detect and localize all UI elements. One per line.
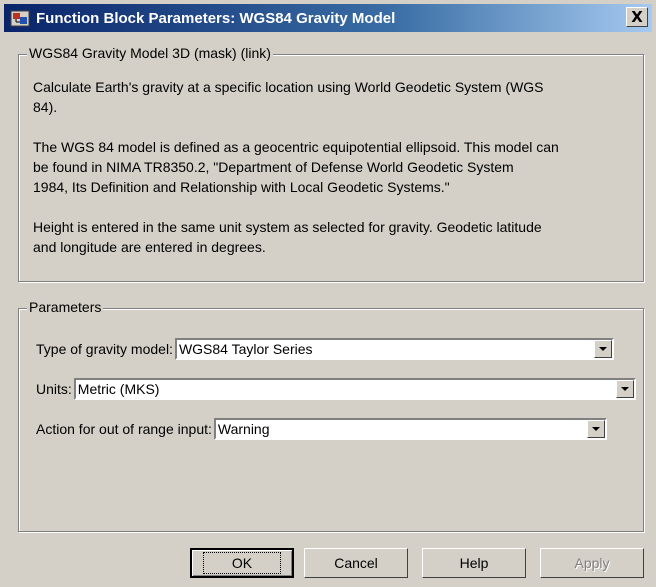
apply-button[interactable]: Apply [540, 548, 644, 578]
description-group: WGS84 Gravity Model 3D (mask) (link) Cal… [18, 45, 644, 282]
gravity-model-select[interactable]: WGS84 Taylor Series [174, 338, 614, 360]
help-button-label: Help [459, 555, 489, 571]
simulink-block-icon [10, 8, 30, 28]
out-of-range-select[interactable]: Warning [213, 418, 607, 440]
gravity-model-label: Type of gravity model: [36, 341, 173, 357]
window-title: Function Block Parameters: WGS84 Gravity… [36, 9, 396, 27]
description-text: Height is entered in the same unit syste… [33, 219, 542, 255]
apply-button-label: Apply [574, 555, 610, 571]
close-icon: X [631, 7, 643, 26]
close-button[interactable]: X [626, 7, 648, 27]
cancel-button[interactable]: Cancel [304, 548, 408, 578]
units-label: Units: [36, 381, 72, 397]
ok-button[interactable]: OK [190, 548, 294, 578]
description-text: Calculate Earth's gravity at a specific … [33, 79, 544, 115]
out-of-range-label: Action for out of range input: [36, 421, 212, 437]
title-bar[interactable]: Function Block Parameters: WGS84 Gravity… [4, 4, 652, 32]
dialog-window: Function Block Parameters: WGS84 Gravity… [0, 0, 656, 587]
description-text: The WGS 84 model is defined as a geocent… [33, 139, 559, 195]
gravity-model-row: Type of gravity model: WGS84 Taylor Seri… [36, 338, 614, 360]
gravity-model-value: WGS84 Taylor Series [178, 341, 313, 357]
out-of-range-value: Warning [217, 421, 270, 437]
chevron-down-icon[interactable] [586, 420, 605, 438]
chevron-down-icon[interactable] [593, 340, 612, 358]
units-row: Units: Metric (MKS) [36, 378, 636, 400]
help-button[interactable]: Help [422, 548, 526, 578]
units-select[interactable]: Metric (MKS) [73, 378, 636, 400]
description-legend: WGS84 Gravity Model 3D (mask) (link) [27, 45, 273, 61]
units-value: Metric (MKS) [77, 381, 160, 397]
chevron-down-icon[interactable] [615, 380, 634, 398]
ok-button-label: OK [202, 552, 282, 574]
cancel-button-label: Cancel [334, 555, 378, 571]
out-of-range-row: Action for out of range input: Warning [36, 418, 607, 440]
parameters-legend: Parameters [27, 299, 104, 315]
